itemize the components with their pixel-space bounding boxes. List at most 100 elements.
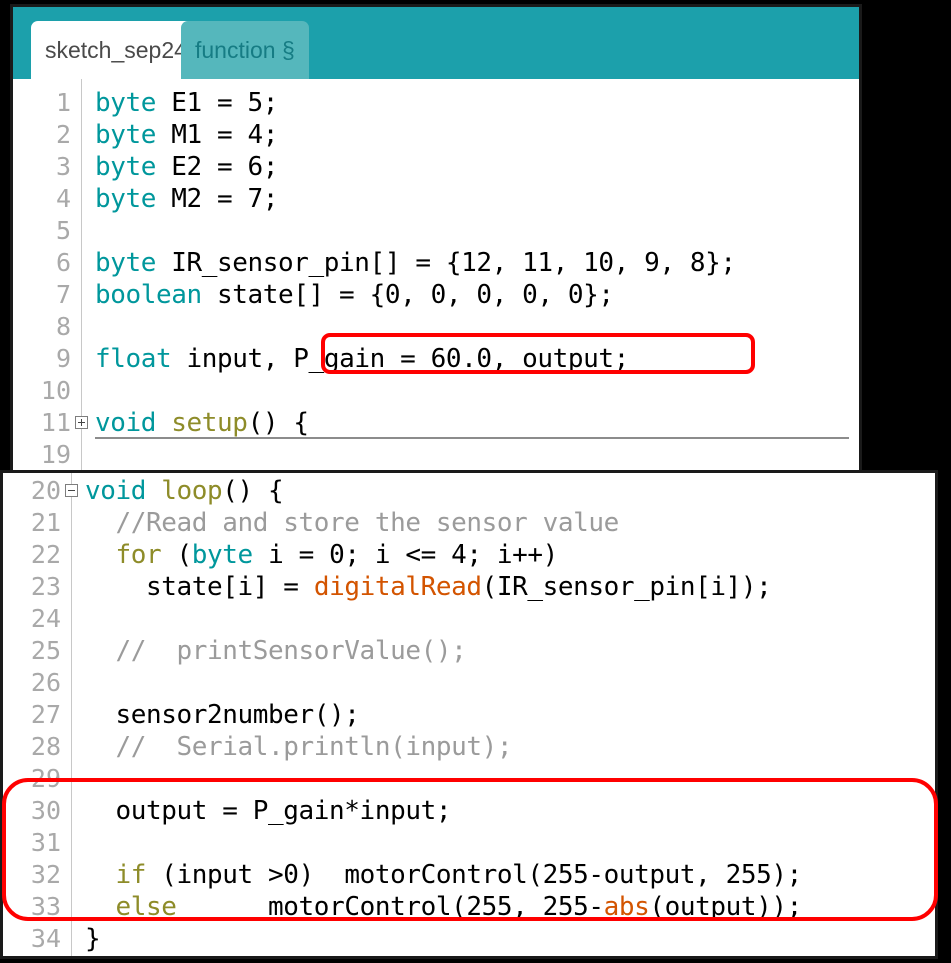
code-token: output = P_gain*input; [85, 796, 452, 826]
code-line[interactable]: 32 if (input >0) motorControl(255-output… [3, 859, 935, 891]
code-line[interactable]: 2 byte M1 = 4; [13, 119, 859, 151]
line-number: 34 [30, 924, 61, 953]
line-number: 21 [30, 508, 61, 537]
code-text: // printSensorValue(); [85, 635, 467, 667]
code-token: (output)); [649, 892, 802, 922]
code-token: byte [95, 152, 157, 182]
line-number: 33 [30, 892, 61, 921]
code-text: } [85, 923, 101, 955]
line-number: 23 [30, 572, 61, 601]
line-number: 3 [55, 152, 71, 181]
code-editor-bottom[interactable]: 20 void loop() {21 //Read and store the s… [3, 473, 935, 956]
code-line[interactable]: 29 [3, 763, 935, 795]
code-token: } [85, 924, 101, 954]
line-number: 6 [55, 248, 71, 277]
code-line[interactable]: 20 void loop() { [3, 475, 935, 507]
line-number: 8 [55, 312, 71, 341]
code-line[interactable]: 1 byte E1 = 5; [13, 87, 859, 119]
code-line[interactable]: 10 [13, 375, 859, 407]
code-token: i = 0; i <= 4; i++) [252, 540, 558, 570]
code-text: sensor2number(); [85, 699, 360, 731]
code-line[interactable]: 6 byte IR_sensor_pin[] = {12, 11, 10, 9, … [13, 247, 859, 279]
code-token: byte [191, 540, 253, 570]
line-number: 4 [55, 184, 71, 213]
code-text: void setup() { [95, 407, 309, 439]
code-line[interactable]: 9 float input, P_gain = 60.0, output; [13, 343, 859, 375]
code-token: IR_sensor_pin[] = {12, 11, 10, 9, 8}; [156, 248, 736, 278]
tab-function-label: function § [195, 37, 295, 63]
code-token: // Serial.println(input); [85, 732, 513, 762]
sketch-tab-bar: sketch_sep24a § function § [13, 7, 859, 79]
code-line[interactable]: 30 output = P_gain*input; [3, 795, 935, 827]
line-number: 25 [30, 636, 61, 665]
code-line[interactable]: 8 [13, 311, 859, 343]
code-line[interactable]: 33 else motorControl(255, 255-abs(output… [3, 891, 935, 923]
code-text: byte IR_sensor_pin[] = {12, 11, 10, 9, 8… [95, 247, 736, 279]
line-number: 24 [30, 604, 61, 633]
code-token: ( [161, 540, 193, 570]
code-line[interactable]: 26 [3, 667, 935, 699]
code-line[interactable]: 11 void setup() { [13, 407, 859, 439]
code-token: abs [603, 892, 650, 922]
code-line[interactable]: 25 // printSensorValue(); [3, 635, 935, 667]
code-line[interactable]: 23 state[i] = digitalRead(IR_sensor_pin[… [3, 571, 935, 603]
code-token: byte [95, 184, 157, 214]
code-line[interactable]: 24 [3, 603, 935, 635]
code-line[interactable]: 27 sensor2number(); [3, 699, 935, 731]
code-line[interactable]: 19 [13, 439, 859, 470]
composite-screenshot: sketch_sep24a § function § 1 byte E1 = 5;… [0, 0, 951, 963]
tab-function[interactable]: function § [181, 21, 309, 79]
code-line[interactable]: 7 boolean state[] = {0, 0, 0, 0, 0}; [13, 279, 859, 311]
line-number: 22 [30, 540, 61, 569]
code-token: () { [222, 476, 284, 506]
code-text: void loop() { [85, 475, 284, 507]
fold-expand-icon[interactable] [75, 416, 88, 429]
line-number: 2 [55, 120, 71, 149]
line-number: 28 [30, 732, 61, 761]
code-line[interactable]: 5 [13, 215, 859, 247]
line-number: 32 [30, 860, 61, 889]
code-text: //Read and store the sensor value [85, 507, 620, 539]
line-number: 29 [30, 764, 61, 793]
code-line[interactable]: 28 // Serial.println(input); [3, 731, 935, 763]
code-text: else motorControl(255, 255-abs(output)); [85, 891, 803, 923]
code-line[interactable]: 31 [3, 827, 935, 859]
line-number: 10 [40, 376, 71, 405]
code-line[interactable]: 21 //Read and store the sensor value [3, 507, 935, 539]
code-token: byte [95, 88, 157, 118]
code-token: digitalRead [313, 572, 482, 602]
code-text: byte M2 = 7; [95, 183, 278, 215]
code-line[interactable]: 4 byte M2 = 7; [13, 183, 859, 215]
code-token: E1 = 5; [156, 88, 279, 118]
code-token: M2 = 7; [156, 184, 279, 214]
code-text: if (input >0) motorControl(255-output, 2… [85, 859, 803, 891]
fold-collapse-icon[interactable] [65, 484, 78, 497]
code-editor-top[interactable]: 1 byte E1 = 5; 2 byte M1 = 4; 3 byte E2 = 6; 4… [13, 79, 859, 470]
code-line[interactable]: 22 for (byte i = 0; i <= 4; i++) [3, 539, 935, 571]
code-token: motorControl(255, 255- [176, 892, 604, 922]
code-token: // printSensorValue(); [85, 636, 467, 666]
code-token: //Read and store the sensor value [85, 508, 620, 538]
line-number: 11 [40, 408, 71, 437]
code-token: (input >0) motorControl(255-output, 255)… [146, 860, 802, 890]
code-text: byte E2 = 6; [95, 151, 278, 183]
code-line[interactable]: 34} [3, 923, 935, 955]
editor-panel-top: sketch_sep24a § function § 1 byte E1 = 5;… [10, 4, 862, 470]
code-line[interactable]: 3 byte E2 = 6; [13, 151, 859, 183]
editor-panel-bottom: 20 void loop() {21 //Read and store the s… [0, 470, 938, 959]
code-token: float [95, 344, 172, 374]
code-token: void [95, 408, 157, 438]
line-number: 30 [30, 796, 61, 825]
code-token: state[i] = [85, 572, 314, 602]
code-token: sensor2number(); [85, 700, 360, 730]
code-token: for [115, 540, 162, 570]
folded-region-underline [95, 437, 849, 439]
code-token: else [115, 892, 177, 922]
code-token: E2 = 6; [156, 152, 279, 182]
code-text: // Serial.println(input); [85, 731, 513, 763]
line-number: 26 [30, 668, 61, 697]
